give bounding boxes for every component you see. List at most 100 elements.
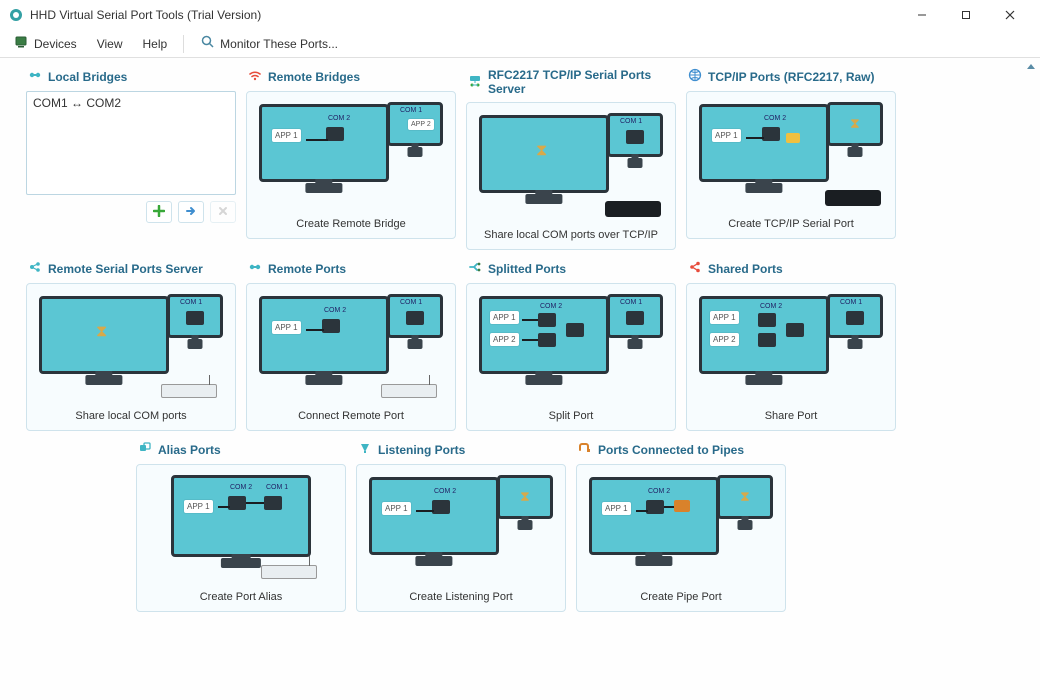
forward-bridge-button[interactable] <box>178 201 204 223</box>
illus-app1-label: APP 1 <box>490 311 519 324</box>
split-icon <box>468 260 482 277</box>
menu-devices-label: Devices <box>34 37 77 51</box>
tile-remote-port[interactable]: COM 1 APP 1 COM 2 Connect Remote Port <box>246 283 456 431</box>
tile-illustration: COM 1 ⧗ <box>473 109 669 217</box>
menu-monitor-ports[interactable]: Monitor These Ports... <box>192 31 346 56</box>
illus-app2-label: APP 2 <box>710 333 739 346</box>
illus-com2-label: COM 2 <box>760 303 782 310</box>
card-splitted-ports: Splitted Ports COM 1 APP 1 APP 2 COM 2 <box>466 260 676 431</box>
window-controls <box>900 1 1032 29</box>
tile-alias-port[interactable]: APP 1 COM 2 COM 1 Create Port Alias <box>136 464 346 612</box>
plus-icon <box>153 205 165 220</box>
menu-devices[interactable]: Devices <box>6 31 85 56</box>
tiles-row-3: Alias Ports APP 1 COM 2 COM 1 <box>26 441 896 612</box>
card-title-text: Remote Serial Ports Server <box>48 262 203 276</box>
listening-icon <box>358 441 372 458</box>
card-listening-ports: Listening Ports ⧗ APP 1 COM 2 <box>356 441 566 612</box>
tile-rfc2217-server[interactable]: COM 1 ⧗ Share local COM ports over TCP/I… <box>466 102 676 250</box>
tile-illustration: ⧗ APP 1 COM 2 <box>583 471 779 579</box>
vertical-scrollbar[interactable] <box>1024 60 1038 580</box>
tile-share-port[interactable]: COM 1 APP 1 APP 2 COM 2 Share Port <box>686 283 896 431</box>
card-title-remote-bridges: Remote Bridges <box>246 68 456 85</box>
illus-com2-label: COM 2 <box>434 488 456 495</box>
bridge-icon <box>28 68 42 85</box>
illus-com1-label: COM 1 <box>620 299 642 306</box>
card-title-tcpip: TCP/IP Ports (RFC2217, Raw) <box>686 68 896 85</box>
hourglass-icon: ⧗ <box>520 488 530 505</box>
tile-caption: Connect Remote Port <box>298 404 404 422</box>
card-title-text: TCP/IP Ports (RFC2217, Raw) <box>708 70 875 84</box>
menu-help[interactable]: Help <box>134 34 175 54</box>
tile-caption: Share local COM ports over TCP/IP <box>484 223 658 241</box>
tile-illustration: COM 1 APP 1 APP 2 COM 2 <box>693 290 889 398</box>
alias-icon <box>138 441 152 458</box>
card-rfc2217-server: RFC2217 TCP/IP Serial Ports Server COM 1… <box>466 68 676 250</box>
app-window: HHD Virtual Serial Port Tools (Trial Ver… <box>0 0 1040 700</box>
wifi-icon <box>248 68 262 85</box>
maximize-button[interactable] <box>944 1 988 29</box>
magnifier-icon <box>200 34 216 53</box>
card-title-text: Listening Ports <box>378 443 465 457</box>
card-title-text: Ports Connected to Pipes <box>598 443 744 457</box>
card-pipe-ports: Ports Connected to Pipes ⧗ APP 1 COM 2 <box>576 441 786 612</box>
illus-com1-label: COM 1 <box>180 299 202 306</box>
card-title-remote-server: Remote Serial Ports Server <box>26 260 236 277</box>
tile-illustration: ⧗ APP 1 COM 2 <box>363 471 559 579</box>
bridges-listbox[interactable]: COM1 ↔ COM2 <box>26 91 236 195</box>
card-title-local-bridges: Local Bridges <box>26 68 236 85</box>
hourglass-icon: ⧗ <box>536 142 547 160</box>
share-icon <box>688 260 702 277</box>
illus-app1-label: APP 1 <box>602 502 631 515</box>
illus-com2-label: COM 2 <box>328 115 350 122</box>
card-title-text: Splitted Ports <box>488 262 566 276</box>
close-button[interactable] <box>988 1 1032 29</box>
illus-com1-label: COM 1 <box>400 299 422 306</box>
tile-caption: Share Port <box>765 404 818 422</box>
tile-caption: Split Port <box>549 404 594 422</box>
card-title-text: Alias Ports <box>158 443 221 457</box>
tile-split-port[interactable]: COM 1 APP 1 APP 2 COM 2 <box>466 283 676 431</box>
illus-app1-label: APP 1 <box>272 321 301 334</box>
titlebar: HHD Virtual Serial Port Tools (Trial Ver… <box>0 0 1040 30</box>
tile-illustration: COM 1 APP 1 APP 2 COM 2 <box>473 290 669 398</box>
illus-app1-label: APP 1 <box>382 502 411 515</box>
list-actions <box>26 201 236 223</box>
menu-view[interactable]: View <box>89 34 131 54</box>
tile-remote-server[interactable]: COM 1 ⧗ Share local COM ports <box>26 283 236 431</box>
illus-app2-label: APP 2 <box>490 333 519 346</box>
tile-caption: Create Port Alias <box>200 585 283 603</box>
minimize-button[interactable] <box>900 1 944 29</box>
card-tcpip-ports: TCP/IP Ports (RFC2217, Raw) ⧗ APP 1 COM … <box>686 68 896 250</box>
scroll-up-arrow-icon[interactable] <box>1024 60 1038 74</box>
card-title-shared: Shared Ports <box>686 260 896 277</box>
router-device <box>381 384 437 398</box>
tile-pipe-port[interactable]: ⧗ APP 1 COM 2 Create Pipe Port <box>576 464 786 612</box>
card-remote-ports: Remote Ports COM 1 APP 1 COM 2 <box>246 260 456 431</box>
card-title-listening: Listening Ports <box>356 441 566 458</box>
router-device <box>161 384 217 398</box>
menu-help-label: Help <box>142 37 167 51</box>
illus-com2-label: COM 2 <box>324 307 346 314</box>
illus-com1-label: COM 1 <box>266 484 288 491</box>
illus-com2-label: COM 2 <box>764 115 786 122</box>
card-alias-ports: Alias Ports APP 1 COM 2 COM 1 <box>136 441 346 612</box>
menu-view-label: View <box>97 37 123 51</box>
delete-bridge-button[interactable] <box>210 201 236 223</box>
tile-tcpip-port[interactable]: ⧗ APP 1 COM 2 Create TCP/IP Serial Port <box>686 91 896 239</box>
add-bridge-button[interactable] <box>146 201 172 223</box>
card-title-splitted: Splitted Ports <box>466 260 676 277</box>
tile-illustration: COM 1 APP 2 APP 1 COM 2 <box>253 98 449 206</box>
server-share-icon <box>468 74 482 91</box>
menubar-divider <box>183 35 184 53</box>
card-title-pipe: Ports Connected to Pipes <box>576 441 786 458</box>
tile-listening-port[interactable]: ⧗ APP 1 COM 2 Create Listening Port <box>356 464 566 612</box>
pipe-icon <box>578 441 592 458</box>
tile-illustration: APP 1 COM 2 COM 1 <box>143 471 339 579</box>
card-title-text: RFC2217 TCP/IP Serial Ports Server <box>488 68 676 96</box>
close-icon <box>217 205 229 220</box>
list-item[interactable]: COM1 ↔ COM2 <box>33 96 229 110</box>
card-title-text: Remote Bridges <box>268 70 360 84</box>
tile-caption: Create TCP/IP Serial Port <box>728 212 854 230</box>
menubar: Devices View Help Monitor These Ports... <box>0 30 1040 58</box>
tile-remote-bridge[interactable]: COM 1 APP 2 APP 1 COM 2 Create Remote Br… <box>246 91 456 239</box>
